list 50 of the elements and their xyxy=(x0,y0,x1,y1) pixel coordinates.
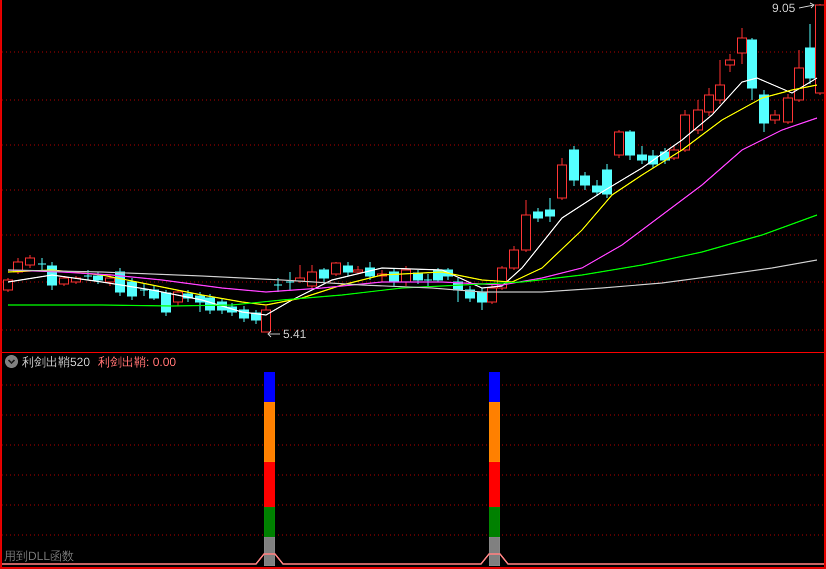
candlestick xyxy=(93,272,103,284)
candlestick xyxy=(217,298,227,314)
candlestick xyxy=(637,146,647,164)
footer-note: 用到DLL函数 xyxy=(4,550,74,562)
candlestick xyxy=(365,262,375,280)
candlestick xyxy=(307,264,317,288)
candlestick xyxy=(413,270,423,284)
candlestick xyxy=(377,270,387,282)
candlestick xyxy=(195,292,205,312)
indicator-value: 利剑出鞘: 0.00 xyxy=(98,356,176,368)
candlestick xyxy=(25,254,35,268)
indicator-name: 利剑出鞘520 xyxy=(22,356,90,368)
candlestick xyxy=(173,290,183,306)
candlestick xyxy=(557,158,567,200)
arrow-icon xyxy=(267,330,280,338)
candlestick xyxy=(84,270,92,280)
candlestick xyxy=(205,294,215,314)
candlestick xyxy=(401,266,411,286)
candlestick xyxy=(614,130,624,158)
candlestick xyxy=(71,276,81,284)
high-price-label: 9.05 xyxy=(772,1,796,15)
candlestick xyxy=(509,246,519,270)
candlestick xyxy=(424,274,432,286)
candlestick xyxy=(183,290,193,302)
candlestick xyxy=(389,268,399,286)
candlestick xyxy=(59,276,69,286)
candlestick xyxy=(149,286,159,300)
candlestick xyxy=(648,150,658,168)
candlestick xyxy=(693,100,703,134)
candlestick xyxy=(319,268,329,282)
candlestick xyxy=(140,284,148,296)
candlestick xyxy=(13,258,23,274)
candlestick xyxy=(161,290,171,316)
candlestick xyxy=(545,198,555,222)
candlestick xyxy=(465,286,475,302)
candlestick xyxy=(533,208,543,222)
candlestick xyxy=(239,306,249,322)
candlestick xyxy=(295,264,305,284)
candlestick xyxy=(625,130,635,160)
candlestick xyxy=(227,302,237,316)
candlestick xyxy=(127,278,137,300)
candlestick xyxy=(521,200,531,252)
candlestick xyxy=(477,288,487,310)
candlestick xyxy=(3,278,13,292)
arrow-icon xyxy=(798,2,815,8)
low-price-label: 5.41 xyxy=(283,327,306,341)
candlestick xyxy=(331,262,341,276)
candlestick xyxy=(286,272,294,290)
candlestick xyxy=(274,278,282,292)
collapse-icon[interactable] xyxy=(5,355,18,368)
